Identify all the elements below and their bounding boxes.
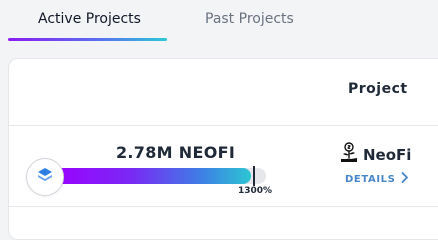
progress-fill <box>52 168 252 184</box>
token-name: NeoFi <box>363 146 412 164</box>
projects-table: Project 2.78M NEOFI 1300% NeoFi DETAILS <box>8 58 438 240</box>
tab-active-projects[interactable]: Active Projects <box>38 9 141 29</box>
active-tab-indicator <box>8 38 167 41</box>
progress-marker <box>253 166 255 186</box>
details-label: DETAILS <box>345 173 396 185</box>
chain-badge <box>26 158 64 196</box>
tab-bar: Active Projects Past Projects <box>0 0 438 42</box>
row-divider <box>9 206 438 207</box>
progress-bar <box>52 168 266 184</box>
details-link[interactable]: DETAILS <box>345 172 409 186</box>
layers-icon <box>37 167 53 187</box>
project-cell: NeoFi <box>339 142 411 168</box>
header-divider <box>9 125 438 126</box>
tab-past-projects[interactable]: Past Projects <box>205 9 294 29</box>
column-header-project: Project <box>348 81 408 97</box>
money-plant-icon <box>339 142 359 168</box>
progress-percent: 1300% <box>238 186 273 196</box>
raised-amount: 2.78M NEOFI <box>116 143 236 162</box>
chevron-right-icon <box>401 172 409 186</box>
